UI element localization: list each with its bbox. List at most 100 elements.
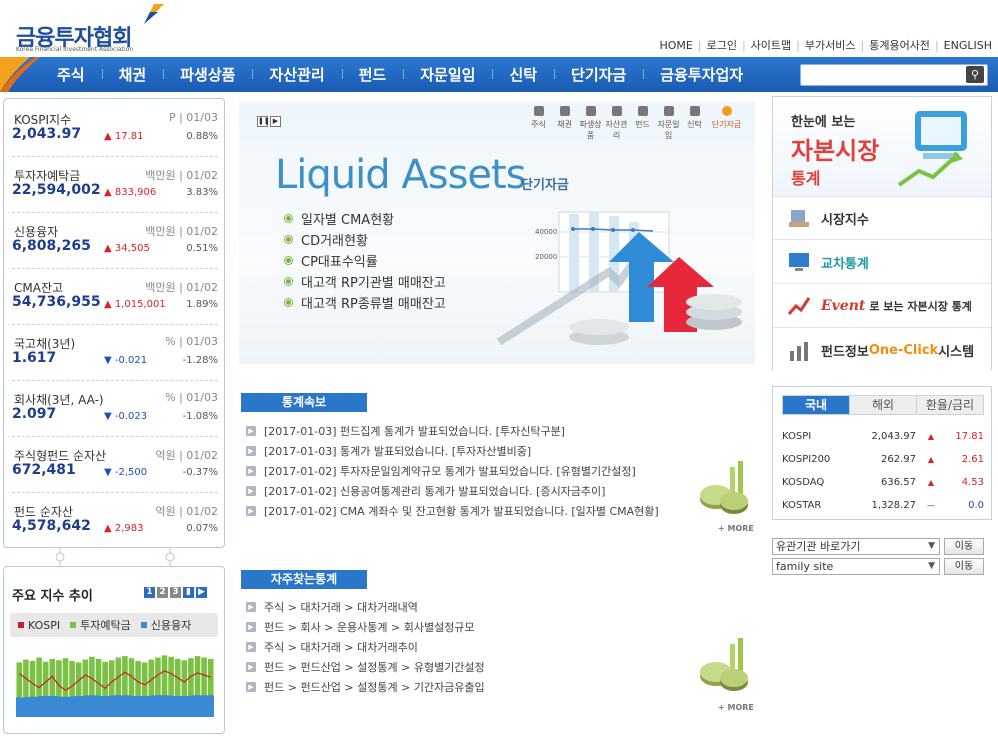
list-item[interactable]: ▶ 주식 > 대차거래 > 대차거래추이: [246, 637, 485, 657]
index-row[interactable]: KOSPI지수 P | 01/03 2,043.97 ▲ 17.81 0.88%: [12, 103, 218, 157]
logo[interactable]: 금융투자협회 Korea Financial Investment Associ…: [14, 2, 164, 54]
market-name: KOSPI: [782, 431, 812, 442]
market-tab[interactable]: 국내: [783, 396, 849, 414]
top-link[interactable]: 로그인: [707, 39, 737, 52]
index-change: ▼ -2,500: [104, 467, 147, 478]
separator: |: [860, 39, 865, 52]
related-site-select[interactable]: 유관기관 바로가기 ▼: [772, 538, 940, 555]
list-item[interactable]: ▶ [2017-01-02] 투자자문일임계약규모 통계가 발표되었습니다. [유…: [246, 461, 659, 481]
coins-icon: [700, 638, 748, 691]
banner[interactable]: ❚❚ ▶ 주식 채권 파생상품 자산관리 펀드 자문일임 신탁 단기자금 Liquid Ass…: [239, 102, 755, 364]
banner-tab[interactable]: 단기자금: [708, 106, 745, 141]
banner-title: Liquid Assets: [275, 152, 527, 198]
top-link[interactable]: ENGLISH: [944, 39, 992, 52]
index-row[interactable]: 투자자예탁금 백만원 | 01/02 22,594,002 ▲ 833,906 3.83…: [12, 159, 218, 213]
list-item[interactable]: ▶ 펀드 > 펀드산업 > 설정통계 > 유형별기간설정: [246, 657, 485, 677]
top-link[interactable]: 부가서비스: [805, 39, 856, 52]
go-button[interactable]: 이동: [944, 538, 984, 555]
banner-tab[interactable]: 자문일임: [656, 106, 681, 141]
link-fund-oneclick[interactable]: 펀드정보 One-Click 시스템: [773, 329, 991, 372]
main-nav-item[interactable]: 자문일임: [403, 64, 492, 85]
index-row[interactable]: 신용융자 백만원 | 01/02 6,808,265 ▲ 34,505 0.51%: [12, 215, 218, 269]
main-nav-item[interactable]: 신탁: [492, 64, 554, 85]
index-panel: KOSPI지수 P | 01/03 2,043.97 ▲ 17.81 0.88% 투자자예…: [3, 98, 225, 548]
pause-icon[interactable]: ▮: [183, 587, 194, 598]
list-item[interactable]: ▶ [2017-01-02] CMA 계좌수 및 잔고현황 통계가 발표되었습니다…: [246, 501, 659, 521]
up-arrow-icon: ▲: [927, 432, 935, 441]
link-cross-stats[interactable]: 교차통계: [773, 241, 991, 284]
faq-more-link[interactable]: + MORE: [718, 703, 754, 712]
page-3[interactable]: 3: [170, 587, 181, 598]
main-nav-item[interactable]: 단기자금: [554, 64, 643, 85]
play-icon[interactable]: ▶: [196, 587, 207, 598]
list-item[interactable]: ▶ 펀드 > 펀드산업 > 설정통계 > 기간자금유출입: [246, 677, 485, 697]
list-item[interactable]: ▶ [2017-01-03] 펀드집계 통계가 발표되었습니다. [투자신탁구분]: [246, 421, 659, 441]
search-input[interactable]: [800, 64, 988, 86]
market-tab[interactable]: 해외: [849, 396, 916, 414]
trend-chart: [16, 655, 214, 717]
link-market-index[interactable]: 시장지수: [773, 197, 991, 240]
down-arrow-icon: ▼: [104, 467, 115, 478]
list-item[interactable]: ▶ [2017-01-03] 통계가 발표되었습니다. [투자자산별비중]: [246, 441, 659, 461]
news-more-link[interactable]: + MORE: [718, 524, 754, 533]
index-row[interactable]: CMA잔고 백만원 | 01/02 54,736,955 ▲ 1,015,001 1.8…: [12, 271, 218, 325]
arrow-right-icon: ▶: [246, 466, 256, 476]
main-nav-item[interactable]: 채권: [101, 64, 164, 85]
index-meta: 백만원 | 01/02: [145, 281, 218, 294]
banner-tab[interactable]: 채권: [552, 106, 577, 141]
banner-item[interactable]: 대고객 RP종류별 매매잔고: [285, 292, 446, 313]
pause-icon[interactable]: ❚❚: [257, 116, 270, 127]
banner-list: 일자별 CMA현황 CD거래현황 CP대표수익률 대고객 RP기관별 매매잔고 대고객 …: [285, 208, 446, 313]
separator: |: [697, 39, 702, 52]
logo-subtitle: Korea Financial Investment Association: [16, 46, 134, 53]
list-item[interactable]: ▶ 펀드 > 회사 > 운용사통계 > 회사별설정규모: [246, 617, 485, 637]
index-row[interactable]: 국고채(3년)% | 01/03 1.617 ▼ -0.021 -1.28%: [12, 327, 218, 381]
index-percent: -1.08%: [182, 411, 218, 422]
index-row[interactable]: 펀드 순자산 억원 | 01/02 4,578,642 ▲ 2,983 0.07%: [12, 495, 218, 549]
banner-tab[interactable]: 주식: [526, 106, 551, 141]
top-link[interactable]: 사이트맵: [751, 39, 791, 52]
market-tab[interactable]: 환율/금리: [916, 396, 983, 414]
capital-market-banner[interactable]: 한눈에 보는 자본시장 통계: [773, 97, 991, 197]
main-nav-item[interactable]: 자산관리: [252, 64, 341, 85]
legend-item: 신용융자: [140, 617, 192, 633]
go-button[interactable]: 이동: [944, 558, 984, 575]
top-link[interactable]: HOME: [659, 39, 692, 52]
main-nav-item[interactable]: 파생상품: [163, 64, 252, 85]
capital-market-box: 한눈에 보는 자본시장 통계 시장지수 교차통계 Event 로 보는 자본시장…: [772, 96, 992, 372]
change-value: 17.81: [114, 131, 144, 142]
search-button[interactable]: ⚲: [966, 66, 984, 83]
main-nav-item[interactable]: 펀드: [341, 64, 404, 85]
banner-item[interactable]: 일자별 CMA현황: [285, 208, 446, 229]
family-site-select[interactable]: family site ▼: [772, 558, 940, 575]
banner-tab[interactable]: 신탁: [682, 106, 707, 141]
list-item-label: 펀드 > 펀드산업 > 설정통계 > 유형별기간설정: [264, 661, 485, 674]
up-arrow-icon: ▲: [104, 187, 115, 198]
index-row[interactable]: 회사채(3년, AA-)% | 01/03 2.097 ▼ -0.023 -1.08%: [12, 383, 218, 437]
page-2[interactable]: 2: [157, 587, 168, 598]
panel-connector: [56, 548, 175, 566]
list-item[interactable]: ▶ [2017-01-02] 신용공여통계관리 통계가 발표되었습니다. [증시자…: [246, 481, 659, 501]
play-icon[interactable]: ▶: [270, 116, 281, 127]
link-event-stats[interactable]: Event 로 보는 자본시장 통계: [773, 285, 991, 328]
banner-tab[interactable]: 파생상품: [578, 106, 603, 141]
down-arrow-icon: ▼: [104, 355, 115, 366]
tab-icon: [559, 106, 570, 116]
top-link[interactable]: 통계용어사전: [869, 39, 930, 52]
banner-item[interactable]: CP대표수익률: [285, 250, 446, 271]
legend-label: 신용융자: [150, 619, 192, 632]
tab-icon: [585, 106, 596, 116]
tab-label: 채권: [557, 120, 572, 129]
up-arrow-icon: ▲: [104, 523, 115, 534]
banner-item[interactable]: CD거래현황: [285, 229, 446, 250]
index-row[interactable]: 주식형펀드 순자산 억원 | 01/02 672,481 ▼ -2,500 -0.37%: [12, 439, 218, 493]
list-item[interactable]: ▶ 주식 > 대차거래 > 대차거래내역: [246, 597, 485, 617]
banner-tab[interactable]: 펀드: [630, 106, 655, 141]
page-1[interactable]: 1: [144, 587, 155, 598]
banner-item[interactable]: 대고객 RP기관별 매매잔고: [285, 271, 446, 292]
dropdown-arrow-icon: ▼: [928, 541, 935, 551]
main-nav-item[interactable]: 주식: [40, 64, 102, 85]
banner-tabs: 주식 채권 파생상품 자산관리 펀드 자문일임 신탁 단기자금: [525, 106, 745, 141]
banner-tab[interactable]: 자산관리: [604, 106, 629, 141]
main-nav-item[interactable]: 금융투자업자: [643, 64, 760, 85]
